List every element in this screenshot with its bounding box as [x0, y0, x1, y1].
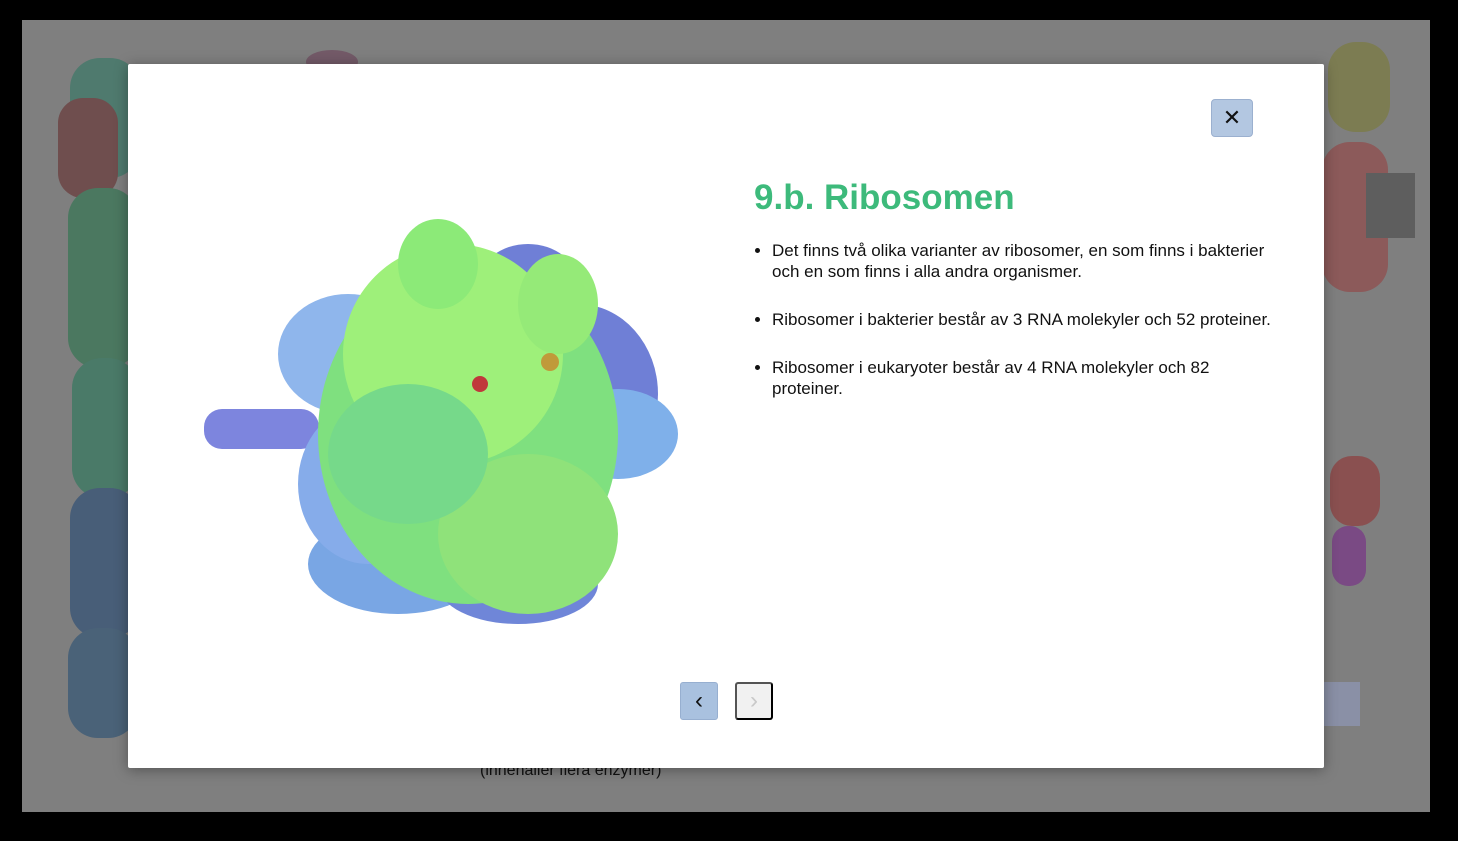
background-nav-button: [1322, 682, 1360, 726]
bullet-item: Ribosomer i eukaryoter består av 4 RNA m…: [772, 357, 1272, 399]
previous-button[interactable]: ‹: [680, 682, 718, 720]
next-button[interactable]: ›: [735, 682, 773, 720]
bullet-item: Ribosomer i bakterier består av 3 RNA mo…: [772, 309, 1272, 330]
modal-dialog: ✕ 9.b. Ribosomen Det finns två olika var…: [128, 64, 1324, 768]
ribosome-image: [204, 219, 678, 624]
bullet-item: Det finns två olika varianter av ribosom…: [772, 240, 1272, 282]
close-button[interactable]: ✕: [1211, 99, 1253, 137]
background-button: [1366, 173, 1415, 238]
slide-title: 9.b. Ribosomen: [754, 178, 1015, 217]
background-protein-strip-right: [1322, 42, 1390, 586]
bullet-list: Det finns två olika varianter av ribosom…: [754, 240, 1272, 426]
